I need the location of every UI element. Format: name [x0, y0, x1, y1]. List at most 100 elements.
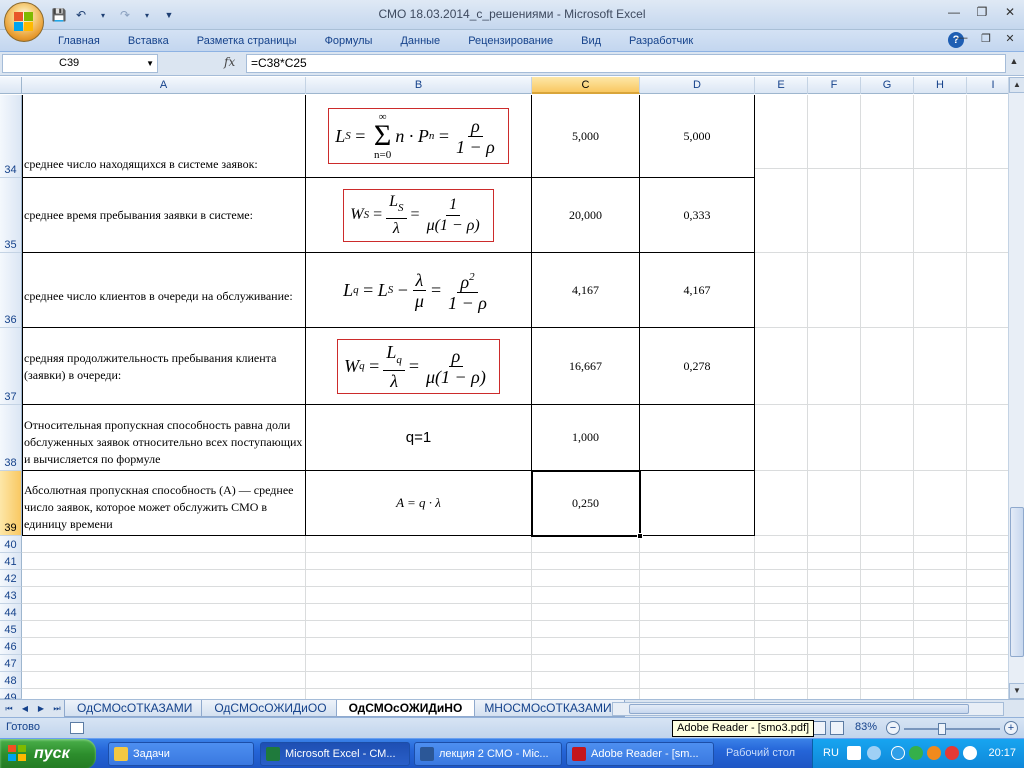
cell-c38[interactable]: 1,000: [532, 405, 640, 471]
col-header-c[interactable]: C: [532, 77, 640, 94]
zoom-slider[interactable]: [904, 728, 1000, 730]
tab-insert[interactable]: Вставка: [114, 33, 183, 49]
row-header-40[interactable]: 40: [0, 536, 22, 553]
office-button[interactable]: [4, 2, 44, 42]
browser-icon[interactable]: [909, 746, 923, 760]
nav-back-icon[interactable]: [891, 746, 905, 760]
col-header-a[interactable]: A: [22, 77, 306, 94]
tab-home[interactable]: Главная: [58, 33, 114, 49]
cell-c35[interactable]: 20,000: [532, 178, 640, 253]
zoom-level[interactable]: 83%: [855, 721, 877, 733]
row-header-46[interactable]: 46: [0, 638, 22, 655]
cell-a39[interactable]: Абсолютная пропускная способность (А) — …: [22, 471, 306, 536]
row-header-38[interactable]: 38: [0, 405, 22, 471]
tab-formulas[interactable]: Формулы: [311, 33, 387, 49]
insert-function-icon[interactable]: fx: [224, 55, 235, 69]
desktop-toolbar-label[interactable]: Рабочий стол: [726, 747, 795, 759]
sheet-tab-3[interactable]: ОдСМОсОЖИДиНО: [335, 700, 476, 717]
col-header-g[interactable]: G: [861, 77, 914, 94]
row-header-43[interactable]: 43: [0, 587, 22, 604]
language-indicator[interactable]: RU: [823, 747, 839, 759]
horizontal-scrollbar[interactable]: [612, 702, 1004, 716]
volume-icon[interactable]: [867, 746, 881, 760]
task-adobe-reader[interactable]: Adobe Reader - [sm...: [566, 742, 714, 766]
last-sheet-icon[interactable]: ⏭: [50, 702, 64, 716]
workbook-restore-button[interactable]: ❐: [980, 32, 992, 45]
cell-a37[interactable]: средняя продолжительность пребывания кли…: [22, 328, 306, 405]
cell-d38[interactable]: [640, 405, 755, 471]
sheet-tab-4[interactable]: МНОСМОсОТКАЗАМИ: [471, 700, 625, 717]
page-layout-view-icon[interactable]: [830, 721, 844, 735]
cell-d34[interactable]: 5,000: [640, 95, 755, 178]
cell-a34[interactable]: среднее число находящихся в системе заяв…: [22, 95, 306, 178]
tab-data[interactable]: Данные: [386, 33, 454, 49]
workbook-close-button[interactable]: ✕: [1004, 32, 1016, 45]
macro-record-icon[interactable]: [70, 722, 84, 734]
zoom-out-icon[interactable]: −: [886, 721, 900, 735]
normal-view-icon[interactable]: [812, 721, 826, 735]
tab-view[interactable]: Вид: [567, 33, 615, 49]
expand-formula-bar-icon[interactable]: ▲: [1008, 56, 1020, 70]
cell-d39[interactable]: [640, 471, 755, 536]
col-header-i[interactable]: I: [967, 77, 1008, 94]
workbook-minimize-button[interactable]: —: [956, 32, 968, 45]
col-header-e[interactable]: E: [755, 77, 808, 94]
row-header-42[interactable]: 42: [0, 570, 22, 587]
antivirus-icon[interactable]: [945, 746, 959, 760]
task-word[interactable]: лекция 2 СМО - Mic...: [414, 742, 562, 766]
name-box[interactable]: C39 ▼: [2, 54, 158, 73]
tab-review[interactable]: Рецензирование: [454, 33, 567, 49]
scroll-down-icon[interactable]: ▼: [1009, 683, 1024, 699]
row-header-35[interactable]: 35: [0, 178, 22, 253]
row-header-45[interactable]: 45: [0, 621, 22, 638]
row-header-36[interactable]: 36: [0, 253, 22, 328]
cell-d36[interactable]: 4,167: [640, 253, 755, 328]
task-tasks[interactable]: Задачи: [108, 742, 254, 766]
vertical-scroll-thumb[interactable]: [1010, 507, 1024, 657]
cell-b38[interactable]: q=1: [306, 405, 532, 471]
row-header-39[interactable]: 39: [0, 471, 22, 536]
col-header-h[interactable]: H: [914, 77, 967, 94]
cell-c39[interactable]: 0,250: [532, 471, 640, 536]
col-header-f[interactable]: F: [808, 77, 861, 94]
row-header-41[interactable]: 41: [0, 553, 22, 570]
cell-b34[interactable]: LS = ∞ Σn=0 n · Pn = ρ1 − ρ: [306, 95, 532, 178]
horizontal-scroll-thumb[interactable]: [629, 704, 969, 714]
close-button[interactable]: ✕: [1002, 4, 1018, 20]
vertical-scrollbar[interactable]: ▲ ▼: [1008, 77, 1024, 699]
cell-a38[interactable]: Относительная пропускная способность рав…: [22, 405, 306, 471]
sheet-tab-1[interactable]: ОдСМОсОТКАЗАМИ: [64, 700, 206, 717]
cell-c34[interactable]: 5,000: [532, 95, 640, 178]
task-excel[interactable]: Microsoft Excel - СМ...: [260, 742, 410, 766]
zoom-slider-knob[interactable]: [938, 723, 946, 735]
name-box-dropdown-icon[interactable]: ▼: [146, 55, 154, 72]
worksheet-grid[interactable]: A B C D E F G H I 34 35 36 37 38 39 40 4…: [0, 77, 1008, 699]
minimize-button[interactable]: —: [946, 4, 962, 20]
col-header-d[interactable]: D: [640, 77, 755, 94]
row-header-34[interactable]: 34: [0, 95, 22, 178]
scroll-up-icon[interactable]: ▲: [1009, 77, 1024, 93]
cell-a36[interactable]: среднее число клиентов в очереди на обсл…: [22, 253, 306, 328]
sheet-tab-2[interactable]: ОдСМОсОЖИДиОО: [201, 700, 340, 717]
formula-input[interactable]: =C38*C25: [246, 54, 1006, 73]
restore-button[interactable]: ❐: [974, 4, 990, 20]
network-icon[interactable]: [963, 746, 977, 760]
row-header-44[interactable]: 44: [0, 604, 22, 621]
select-all-corner[interactable]: [0, 77, 22, 94]
cell-d37[interactable]: 0,278: [640, 328, 755, 405]
row-header-47[interactable]: 47: [0, 655, 22, 672]
row-header-48[interactable]: 48: [0, 672, 22, 689]
row-header-37[interactable]: 37: [0, 328, 22, 405]
cell-b36[interactable]: Lq = LS − λμ = ρ2 1 − ρ: [306, 253, 532, 328]
cell-c37[interactable]: 16,667: [532, 328, 640, 405]
zoom-in-icon[interactable]: +: [1004, 721, 1018, 735]
cell-d35[interactable]: 0,333: [640, 178, 755, 253]
col-header-b[interactable]: B: [306, 77, 532, 94]
tab-developer[interactable]: Разработчик: [615, 33, 707, 49]
tab-page-layout[interactable]: Разметка страницы: [183, 33, 311, 49]
cell-b35[interactable]: WS = LS λ = 1 μ(1 − ρ): [306, 178, 532, 253]
row-header-49[interactable]: 49: [0, 689, 22, 699]
prev-sheet-icon[interactable]: ◀: [18, 702, 32, 716]
cell-c36[interactable]: 4,167: [532, 253, 640, 328]
help-tray-icon[interactable]: [847, 746, 861, 760]
